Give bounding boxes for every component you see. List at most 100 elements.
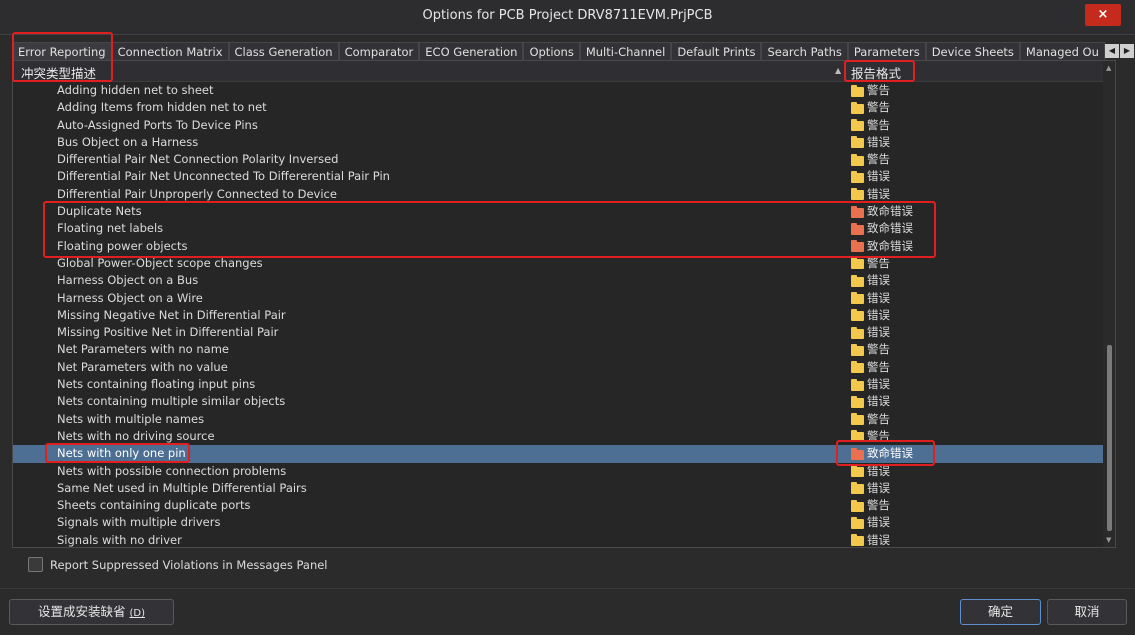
table-row[interactable]: Missing Negative Net in Differential Pai… (13, 307, 1103, 324)
report-format-cell[interactable]: 错误 (851, 376, 890, 393)
ok-button[interactable]: 确定 (960, 599, 1041, 625)
violation-description: Signals with no driver (57, 532, 182, 547)
folder-icon (851, 170, 864, 183)
table-row[interactable]: Signals with no driver 错误 (13, 532, 1103, 549)
table-row[interactable]: Missing Positive Net in Differential Pai… (13, 324, 1103, 341)
table-row[interactable]: Adding hidden net to sheet 警告 (13, 82, 1103, 99)
folder-icon (851, 516, 864, 529)
report-format-cell[interactable]: 错误 (851, 480, 890, 497)
tab-connection-matrix[interactable]: Connection Matrix (111, 42, 229, 60)
report-format-label: 警告 (867, 117, 890, 132)
violation-description: Auto-Assigned Ports To Device Pins (57, 117, 258, 132)
tab-parameters[interactable]: Parameters (847, 42, 926, 60)
tab-eco-generation[interactable]: ECO Generation (419, 42, 524, 60)
tab-default-prints[interactable]: Default Prints (671, 42, 762, 60)
folder-icon (851, 534, 864, 547)
report-format-cell[interactable]: 错误 (851, 290, 890, 307)
table-row[interactable]: Adding Items from hidden net to net 警告 (13, 99, 1103, 116)
tab-scroll-controls: ◀ ▶ (1104, 42, 1134, 60)
table-row[interactable]: Harness Object on a Bus 错误 (13, 272, 1103, 289)
tab-managed-ou[interactable]: Managed Ou (1019, 42, 1105, 60)
scrollbar-thumb[interactable] (1107, 345, 1112, 531)
table-row[interactable]: Nets containing multiple similar objects… (13, 393, 1103, 410)
report-format-label: 警告 (867, 100, 890, 115)
table-row[interactable]: Differential Pair Net Unconnected To Dif… (13, 168, 1103, 185)
highlight-box-fatal-rows (43, 201, 936, 258)
violation-description: Nets with possible connection problems (57, 463, 287, 478)
tab-comparator[interactable]: Comparator (338, 42, 420, 60)
set-default-shortcut: (D) (129, 608, 145, 619)
report-format-label: 错误 (867, 307, 890, 322)
report-format-cell[interactable]: 警告 (851, 99, 890, 116)
folder-icon (851, 119, 864, 132)
folder-icon (851, 361, 864, 374)
table-row[interactable]: Differential Pair Net Connection Polarit… (13, 151, 1103, 168)
report-format-cell[interactable]: 错误 (851, 532, 890, 549)
report-format-label: 错误 (867, 134, 890, 149)
table-row[interactable]: Net Parameters with no value 警告 (13, 359, 1103, 376)
tab-options[interactable]: Options (523, 42, 580, 60)
tab-scroll-left-icon[interactable]: ◀ (1104, 44, 1119, 58)
report-format-label: 错误 (867, 325, 890, 340)
tab-search-paths[interactable]: Search Paths (761, 42, 848, 60)
report-format-cell[interactable]: 警告 (851, 359, 890, 376)
tab-scroll-right-icon[interactable]: ▶ (1119, 44, 1134, 58)
highlight-box-error-reporting-tab (12, 32, 113, 82)
highlight-box-selected-row-label (45, 443, 190, 463)
scroll-down-icon[interactable]: ▼ (1106, 536, 1111, 544)
folder-icon (851, 257, 864, 270)
report-format-label: 错误 (867, 290, 890, 305)
folder-icon (851, 136, 864, 149)
tab-strip: Error Reporting Connection Matrix Class Ge… (12, 42, 1134, 60)
cancel-button[interactable]: 取消 (1047, 599, 1127, 625)
tab-device-sheets[interactable]: Device Sheets (925, 42, 1020, 60)
table-row[interactable]: Signals with multiple drivers 错误 (13, 514, 1103, 531)
report-format-cell[interactable]: 错误 (851, 307, 890, 324)
report-format-cell[interactable]: 错误 (851, 168, 890, 185)
folder-icon (851, 292, 864, 305)
report-format-cell[interactable]: 警告 (851, 82, 890, 99)
report-format-cell[interactable]: 警告 (851, 411, 890, 428)
table-row[interactable]: Auto-Assigned Ports To Device Pins 警告 (13, 117, 1103, 134)
report-suppressed-option[interactable]: Report Suppressed Violations in Messages… (28, 557, 328, 572)
tab-class-generation[interactable]: Class Generation (228, 42, 339, 60)
title-bar: Options for PCB Project DRV8711EVM.PrjPC… (0, 0, 1135, 35)
report-format-cell[interactable]: 错误 (851, 393, 890, 410)
report-format-cell[interactable]: 错误 (851, 134, 890, 151)
report-format-label: 警告 (867, 342, 890, 357)
violation-description: Net Parameters with no name (57, 342, 229, 357)
report-format-cell[interactable]: 警告 (851, 151, 890, 168)
close-button[interactable]: × (1085, 4, 1121, 26)
table-row[interactable]: Bus Object on a Harness 错误 (13, 134, 1103, 151)
highlight-box-report-format-header (844, 60, 915, 82)
report-format-cell[interactable]: 错误 (851, 514, 890, 531)
report-format-label: 错误 (867, 394, 890, 409)
footer-divider (0, 588, 1135, 589)
report-suppressed-checkbox[interactable] (28, 557, 43, 572)
table-header: 冲突类型描述 ▲ 报告格式 (13, 61, 1103, 82)
vertical-scrollbar[interactable]: ▲ ▼ (1103, 61, 1115, 547)
table-row[interactable]: Nets with multiple names 警告 (13, 411, 1103, 428)
report-format-label: 错误 (867, 169, 890, 184)
table-row[interactable]: Sheets containing duplicate ports 警告 (13, 497, 1103, 514)
report-format-label: 警告 (867, 152, 890, 167)
table-row[interactable]: Harness Object on a Wire 错误 (13, 290, 1103, 307)
violation-description: Differential Pair Net Connection Polarit… (57, 152, 339, 167)
table-row[interactable]: Net Parameters with no name 警告 (13, 341, 1103, 358)
table-row[interactable]: Same Net used in Multiple Differential P… (13, 480, 1103, 497)
scroll-up-icon[interactable]: ▲ (1106, 64, 1111, 72)
table-row[interactable]: Nets containing floating input pins 错误 (13, 376, 1103, 393)
folder-icon (851, 326, 864, 339)
report-format-label: 错误 (867, 480, 890, 495)
folder-icon (851, 413, 864, 426)
tab-multi-channel[interactable]: Multi-Channel (579, 42, 672, 60)
table-row[interactable]: Nets with possible connection problems 错误 (13, 463, 1103, 480)
report-format-cell[interactable]: 警告 (851, 341, 890, 358)
report-format-cell[interactable]: 警告 (851, 117, 890, 134)
report-format-cell[interactable]: 警告 (851, 497, 890, 514)
report-format-cell[interactable]: 错误 (851, 324, 890, 341)
report-format-label: 警告 (867, 498, 890, 513)
set-default-button[interactable]: 设置成安装缺省 (D) (9, 599, 174, 625)
report-format-cell[interactable]: 错误 (851, 272, 890, 289)
report-format-label: 警告 (867, 359, 890, 374)
